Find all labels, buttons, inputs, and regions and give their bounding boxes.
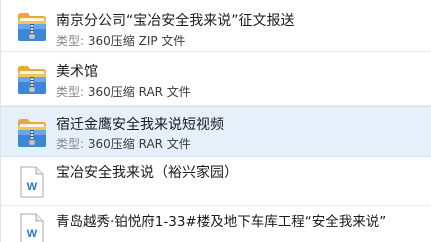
file-type-label: 类型: (56, 34, 85, 48)
file-type: 类型: 360压缩 RAR 文件 (56, 85, 191, 100)
word-document-icon: W (20, 213, 44, 242)
word-letter: W (27, 228, 38, 240)
file-name: 宿迁金鹰安全我来说短视频 (56, 117, 224, 133)
file-type-value: 360压缩 ZIP 文件 (87, 34, 186, 48)
file-type: 类型: 360压缩 ZIP 文件 (56, 34, 185, 49)
word-letter: W (27, 181, 38, 193)
archive-icon (18, 66, 46, 94)
archive-icon (18, 119, 46, 147)
file-name: 青岛越秀·铂悦府1-33#楼及地下车库工程“安全我来说” (56, 214, 387, 230)
file-type-label: 类型: (56, 137, 85, 151)
file-row-meishuguan-rar[interactable]: 美术馆 类型: 360压缩 RAR 文件 (1, 53, 431, 106)
file-type: 类型: 360压缩 RAR 文件 (56, 137, 191, 152)
file-row-nanjing-zip[interactable]: 南京分公司“宝冶安全我来说”征文报送 类型: 360压缩 ZIP 文件 (1, 0, 431, 52)
file-name: 南京分公司“宝冶安全我来说”征文报送 (56, 13, 295, 29)
file-type-label: 类型: (56, 85, 85, 99)
archive-icon (18, 13, 46, 41)
file-name: 宝冶安全我来说（裕兴家园） (56, 165, 238, 181)
word-document-icon: W (20, 166, 44, 198)
file-name: 美术馆 (56, 64, 98, 80)
file-type-value: 360压缩 RAR 文件 (87, 85, 191, 99)
file-type-value: 360压缩 RAR 文件 (87, 137, 191, 151)
file-row-yuxing-doc[interactable]: W 宝冶安全我来说（裕兴家园） (1, 158, 431, 206)
file-row-qingdao-doc[interactable]: W 青岛越秀·铂悦府1-33#楼及地下车库工程“安全我来说” (1, 207, 431, 242)
file-row-suqian-rar[interactable]: 宿迁金鹰安全我来说短视频 类型: 360压缩 RAR 文件 (1, 106, 431, 157)
file-list: 南京分公司“宝冶安全我来说”征文报送 类型: 360压缩 ZIP 文件 美术馆 … (0, 0, 431, 242)
